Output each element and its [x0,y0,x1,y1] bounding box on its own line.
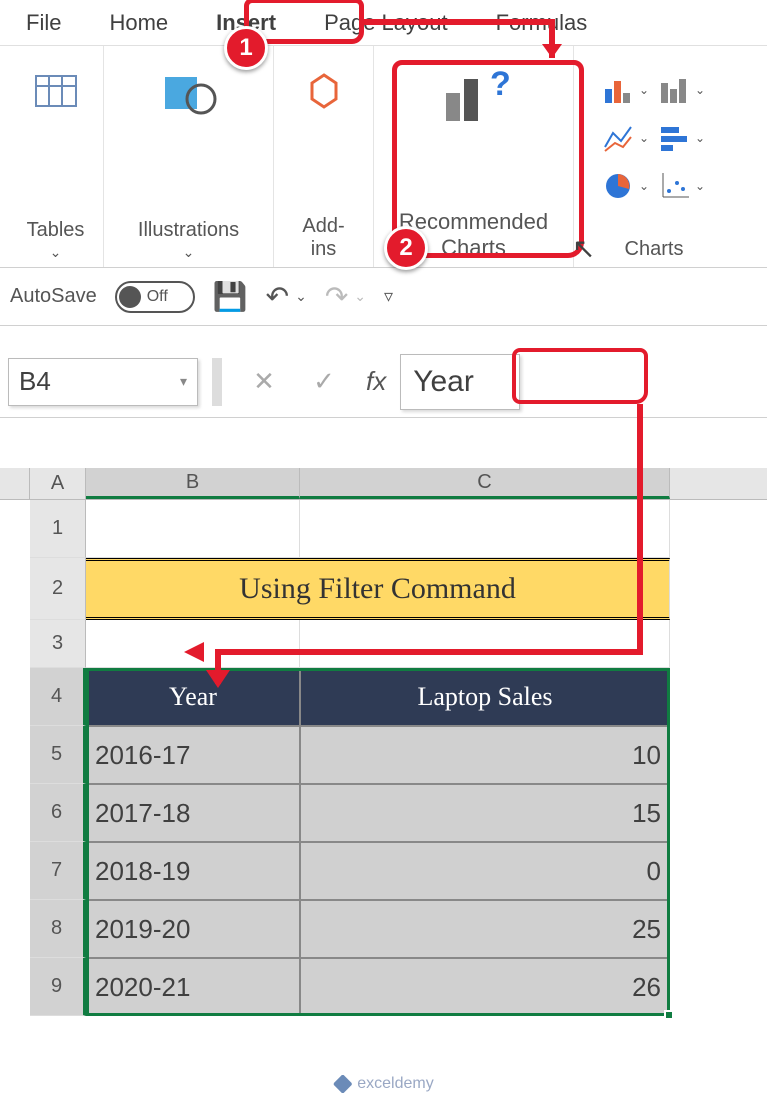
column-headers: A B C [0,468,767,500]
row-3: 3 [0,620,767,668]
row-8: 8 2019-20 25 [0,900,767,958]
tab-formulas[interactable]: Formulas [478,4,606,42]
tables-icon [33,58,79,128]
cell-b9[interactable]: 2020-21 [86,958,300,1016]
row-6: 6 2017-18 15 [0,784,767,842]
ribbon: Tables ⌄ Illustrations ⌄ Add- ins ? Reco… [0,46,767,268]
row-5: 5 2016-17 10 [0,726,767,784]
cell-b8[interactable]: 2019-20 [86,900,300,958]
chart-bar-icon[interactable]: ⌄ [657,116,707,160]
chart-line-icon[interactable]: ⌄ [601,116,651,160]
row-4: 4 Year Laptop Sales [0,668,767,726]
rownum-3[interactable]: 3 [30,620,86,668]
formula-value[interactable]: Year [400,354,520,410]
redo-icon[interactable]: ↷ [325,280,348,313]
cell-b5[interactable]: 2016-17 [86,726,300,784]
chart-histogram-icon[interactable]: ⌄ [657,68,707,112]
tab-home[interactable]: Home [91,4,186,42]
undo-icon[interactable]: ↶ [266,280,289,313]
cell-b6[interactable]: 2017-18 [86,784,300,842]
callout-2: 2 [384,226,428,270]
save-icon[interactable]: 💾 [213,280,248,313]
ribbon-tabs: File Home Insert Page Layout Formulas 1 [0,0,767,46]
name-box[interactable]: B4 ▾ [8,358,198,406]
fx-icon[interactable]: fx [366,366,386,397]
name-box-dropdown-icon[interactable]: ▾ [180,373,187,390]
header-year[interactable]: Year [86,668,300,726]
spreadsheet: A B C 1 2 Using Filter Command 3 4 Year … [0,468,767,1016]
group-charts: ⌄ ⌄ ⌄ ⌄ ⌄ ⌄ Charts [574,46,744,267]
cancel-formula-icon[interactable]: ✕ [236,358,292,406]
cell-c5[interactable]: 10 [300,726,670,784]
chart-column-icon[interactable]: ⌄ [601,68,651,112]
rownum-4[interactable]: 4 [30,668,86,726]
tables-dropdown-icon: ⌄ [50,244,62,261]
row-1: 1 [0,500,767,558]
chart-pie-icon[interactable]: ⌄ [601,164,651,208]
rownum-9[interactable]: 9 [30,958,86,1016]
formula-bar: B4 ▾ ✕ ✓ fx Year [0,346,767,418]
sheet-title: Using Filter Command [86,558,670,620]
cell-c9[interactable]: 26 [300,958,670,1016]
addins-label: Add- ins [302,209,344,261]
group-addins[interactable]: Add- ins [274,46,374,267]
callout-1: 1 [224,26,268,70]
col-a[interactable]: A [30,468,86,499]
cell-b7[interactable]: 2018-19 [86,842,300,900]
illustrations-icon [161,58,217,128]
group-illustrations[interactable]: Illustrations ⌄ [104,46,274,267]
row-7: 7 2018-19 0 [0,842,767,900]
cell-c8[interactable]: 25 [300,900,670,958]
cursor-icon: ↖ [572,232,595,265]
recommended-charts-icon: ? [434,62,514,132]
quick-access-toolbar: AutoSave Off 💾 ↶⌄ ↷⌄ ▿ [0,268,767,326]
col-b[interactable]: B [86,468,300,499]
cell-c6[interactable]: 15 [300,784,670,842]
autosave-label: AutoSave [10,285,97,308]
rownum-8[interactable]: 8 [30,900,86,958]
rownum-7[interactable]: 7 [30,842,86,900]
watermark: exceldemy [333,1075,433,1093]
charts-label: Charts [625,232,684,261]
svg-text:?: ? [490,67,511,103]
tab-page-layout[interactable]: Page Layout [306,4,466,42]
addins-icon [304,58,344,128]
cell-c7[interactable]: 0 [300,842,670,900]
group-tables[interactable]: Tables ⌄ [8,46,104,267]
rownum-6[interactable]: 6 [30,784,86,842]
qat-customize-icon[interactable]: ▿ [384,286,393,307]
tab-file[interactable]: File [8,4,79,42]
rownum-2[interactable]: 2 [30,558,86,620]
tables-label: Tables [27,213,85,242]
enter-formula-icon[interactable]: ✓ [296,358,352,406]
row-2: 2 Using Filter Command [0,558,767,620]
header-sales[interactable]: Laptop Sales [300,668,670,726]
rownum-5[interactable]: 5 [30,726,86,784]
row-9: 9 2020-21 26 [0,958,767,1016]
autosave-toggle[interactable]: Off [115,281,195,313]
illustrations-label: Illustrations [138,213,239,242]
illustrations-dropdown-icon: ⌄ [183,244,195,261]
rownum-1[interactable]: 1 [30,500,86,558]
chart-scatter-icon[interactable]: ⌄ [657,164,707,208]
col-c[interactable]: C [300,468,670,499]
